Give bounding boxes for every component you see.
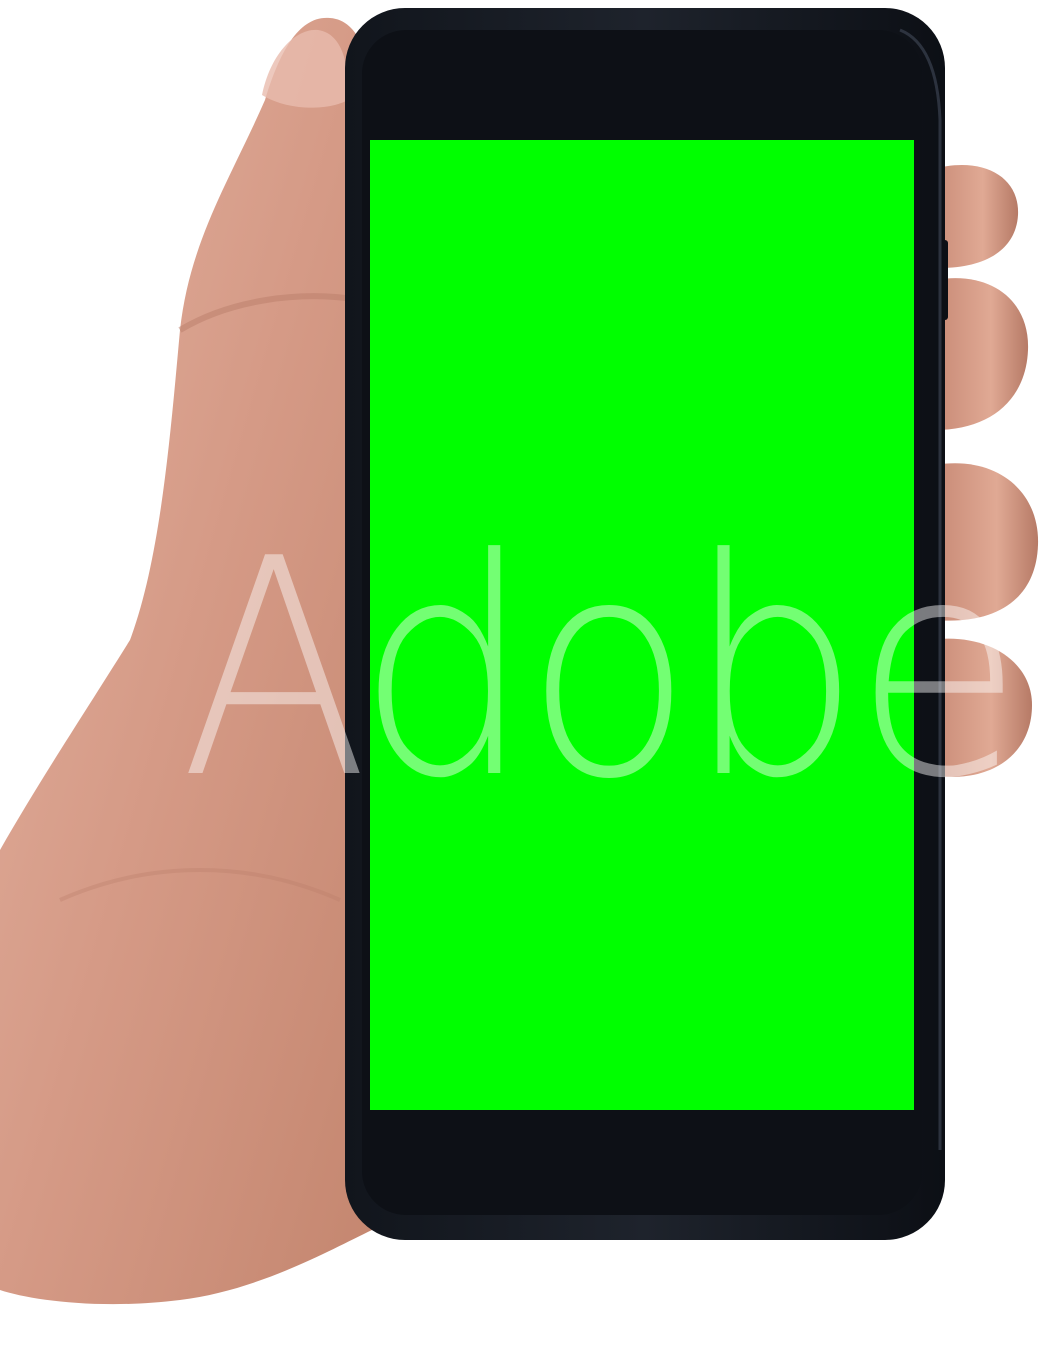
thumb-nail-shape — [262, 29, 349, 108]
finger-3-shape — [935, 463, 1039, 621]
finger-2-shape — [935, 278, 1029, 430]
photo-scene: Adobe S — [0, 0, 1046, 1369]
hand-and-phone-illustration — [0, 8, 1039, 1305]
phone-screen-shape — [370, 140, 914, 1110]
finger-4-shape — [930, 638, 1032, 777]
palm-shape — [0, 17, 372, 1305]
